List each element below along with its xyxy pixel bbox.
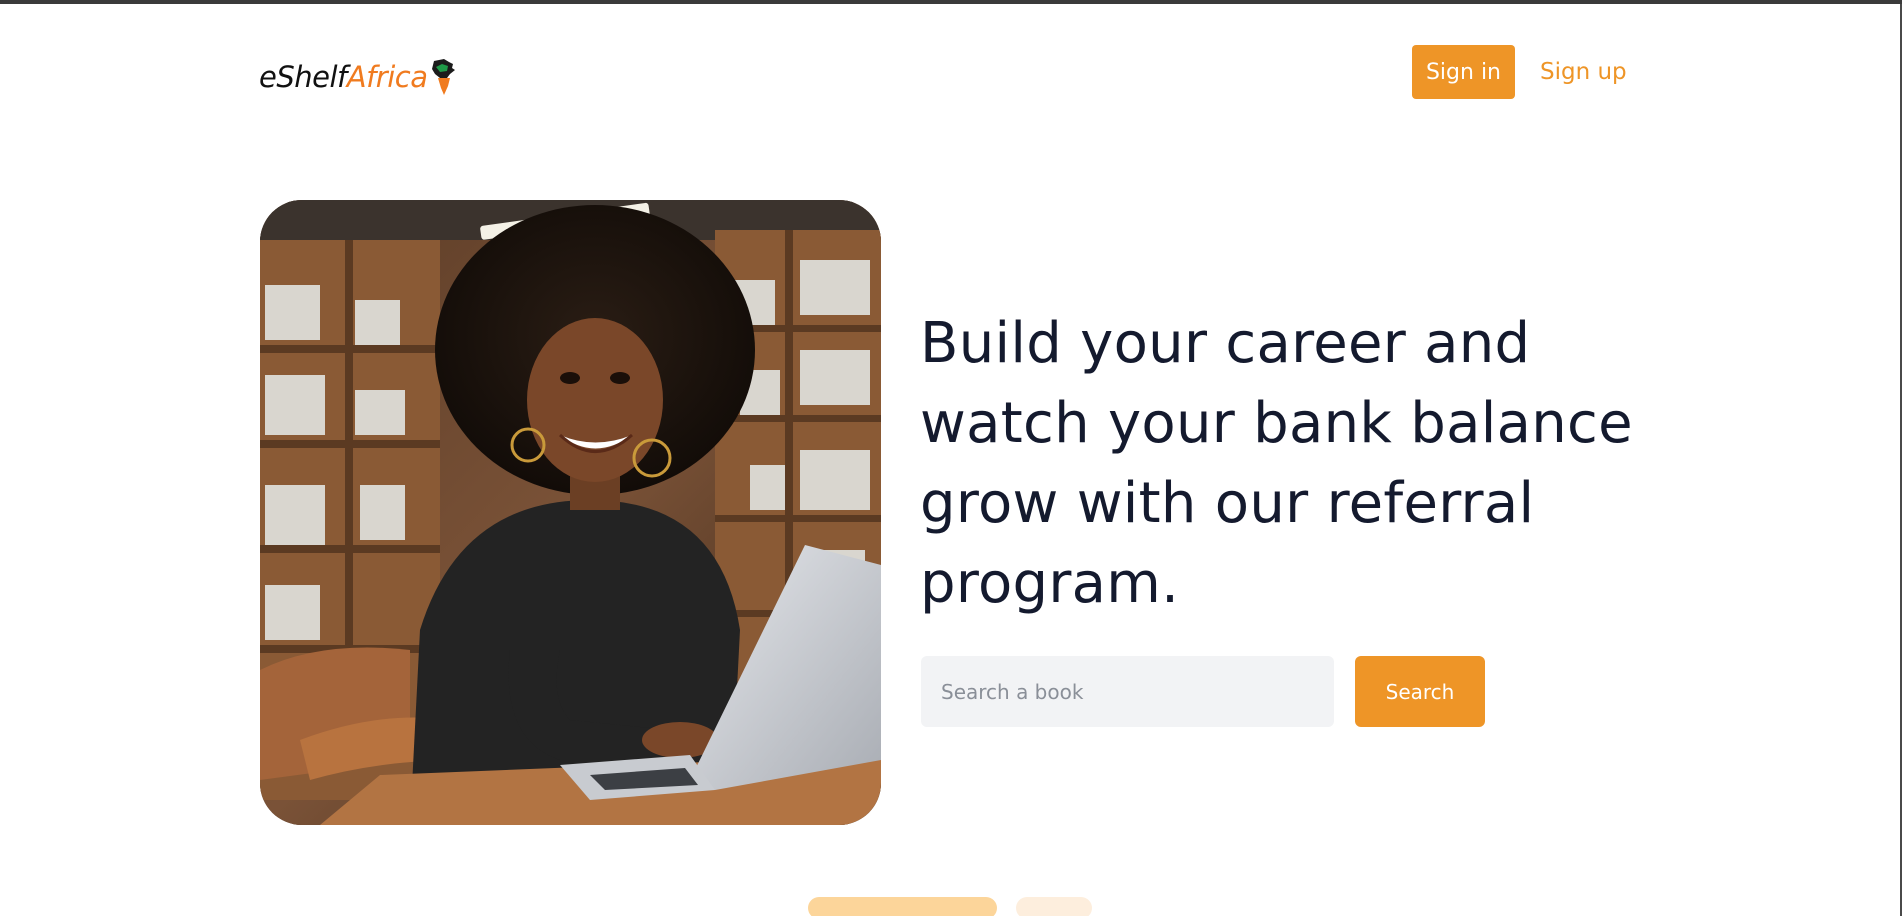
sign-up-link[interactable]: Sign up [1540, 45, 1627, 99]
logo-text-primary: eShelf [259, 60, 347, 94]
search-button[interactable]: Search [1355, 656, 1485, 727]
logo-text-accent: Africa [346, 60, 428, 94]
landing-page: eShelf Africa Sign in Sign up Build your… [0, 0, 1902, 916]
book-search-input[interactable] [921, 656, 1334, 727]
africa-map-icon [431, 59, 455, 95]
brand-logo[interactable]: eShelf Africa [259, 55, 456, 99]
carousel-indicator-active[interactable] [808, 897, 997, 916]
carousel-indicator[interactable] [1016, 897, 1092, 916]
woman-with-laptop-photo [260, 200, 881, 825]
hero-headline: Build your career and watch your bank ba… [920, 311, 1633, 616]
hero-image [260, 200, 881, 825]
sign-in-button[interactable]: Sign in [1412, 45, 1515, 99]
